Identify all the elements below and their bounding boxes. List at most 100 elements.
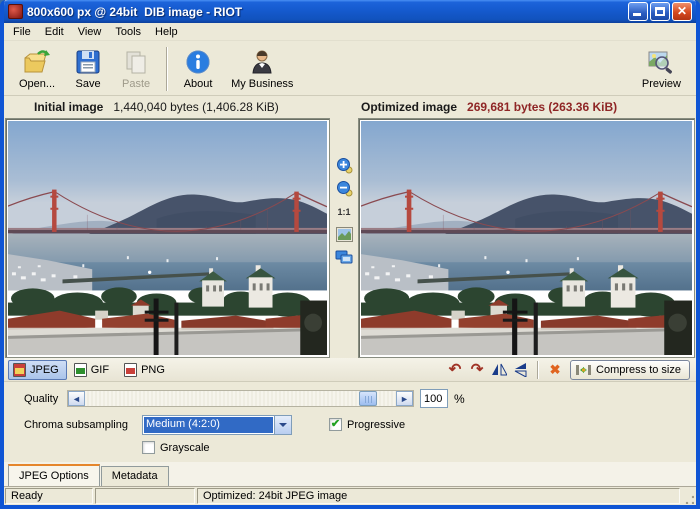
about-label: About bbox=[184, 78, 213, 90]
paste-label: Paste bbox=[122, 78, 150, 90]
menu-edit[interactable]: Edit bbox=[38, 24, 71, 40]
person-icon bbox=[247, 48, 277, 76]
progressive-label: Progressive bbox=[347, 419, 405, 431]
about-button[interactable]: About bbox=[174, 44, 222, 94]
chroma-selected-value: Medium (4:2:0) bbox=[144, 417, 273, 433]
tab-gif[interactable]: GIF bbox=[69, 360, 117, 380]
slider-thumb[interactable] bbox=[359, 391, 377, 406]
golden-gate-photo bbox=[8, 121, 327, 355]
combo-dropdown-button[interactable] bbox=[274, 416, 291, 434]
menu-view[interactable]: View bbox=[71, 24, 109, 40]
one-to-one-label: 1:1 bbox=[337, 207, 350, 217]
chroma-subsampling-select[interactable]: Medium (4:2:0) bbox=[142, 415, 292, 435]
flip-vertical-icon bbox=[514, 363, 528, 377]
save-floppy-icon bbox=[73, 48, 103, 76]
menu-tools[interactable]: Tools bbox=[108, 24, 148, 40]
open-folder-icon bbox=[22, 48, 52, 76]
compress-to-size-label: Compress to size bbox=[596, 364, 681, 376]
open-button[interactable]: Open... bbox=[10, 44, 64, 94]
info-icon bbox=[183, 48, 213, 76]
actual-size-button[interactable]: 1:1 bbox=[334, 202, 354, 221]
tab-png[interactable]: PNG bbox=[119, 360, 173, 380]
jpeg-options-panel: Quality ◄ ► % Chroma subsampling Medium … bbox=[4, 382, 696, 462]
status-message: Optimized: 24bit JPEG image bbox=[197, 488, 680, 504]
slider-left-arrow[interactable]: ◄ bbox=[68, 391, 85, 406]
check-icon: ✔ bbox=[331, 419, 340, 430]
dual-monitor-icon bbox=[335, 250, 353, 266]
title-bar: 800x600 px @ 24bit DIB image - RIOT ✕ bbox=[4, 0, 696, 23]
zoom-out-icon bbox=[336, 180, 353, 197]
zoom-out-button[interactable] bbox=[334, 179, 354, 198]
slider-track[interactable] bbox=[85, 391, 396, 406]
rotate-right-icon: ↷ bbox=[471, 362, 484, 377]
status-empty-panel bbox=[95, 488, 195, 504]
tab-jpeg-label: JPEG bbox=[30, 364, 59, 376]
open-label: Open... bbox=[19, 78, 55, 90]
optimized-image-size: 269,681 bytes (263.36 KiB) bbox=[467, 100, 617, 114]
status-bar: Ready Optimized: 24bit JPEG image bbox=[4, 487, 696, 505]
png-file-icon bbox=[124, 363, 137, 377]
slider-right-arrow[interactable]: ► bbox=[396, 391, 413, 406]
preview-button[interactable]: Preview bbox=[633, 44, 690, 94]
flip-vertical-button[interactable] bbox=[510, 360, 532, 380]
menu-file[interactable]: File bbox=[6, 24, 38, 40]
quality-input[interactable] bbox=[420, 389, 448, 408]
compress-to-size-button[interactable]: Compress to size bbox=[570, 360, 690, 380]
tab-jpeg-options[interactable]: JPEG Options bbox=[8, 464, 100, 486]
rotate-left-icon: ↶ bbox=[449, 362, 462, 377]
grayscale-label: Grayscale bbox=[160, 442, 210, 454]
rotate-right-button[interactable]: ↷ bbox=[466, 360, 488, 380]
crop-button[interactable]: ✖ bbox=[544, 360, 566, 380]
flip-horizontal-icon bbox=[492, 363, 507, 376]
save-button[interactable]: Save bbox=[64, 44, 112, 94]
progressive-checkbox-box[interactable]: ✔ bbox=[329, 418, 342, 431]
percent-label: % bbox=[454, 392, 465, 406]
flip-horizontal-button[interactable] bbox=[488, 360, 510, 380]
quality-label: Quality bbox=[24, 393, 58, 405]
status-ready: Ready bbox=[5, 488, 93, 504]
quality-slider[interactable]: ◄ ► bbox=[67, 390, 414, 407]
compress-icon bbox=[576, 363, 591, 377]
gif-file-icon bbox=[74, 363, 87, 377]
my-business-label: My Business bbox=[231, 78, 293, 90]
jpeg-file-icon bbox=[13, 363, 26, 377]
golden-gate-photo-optimized bbox=[361, 121, 692, 355]
tab-jpeg[interactable]: JPEG bbox=[8, 360, 67, 380]
save-label: Save bbox=[76, 78, 101, 90]
tab-png-label: PNG bbox=[141, 364, 165, 376]
preview-magnifier-icon bbox=[646, 48, 676, 76]
minimize-button[interactable] bbox=[628, 2, 648, 21]
image-compare-area: 1:1 bbox=[4, 118, 696, 358]
zoom-in-button[interactable] bbox=[334, 156, 354, 175]
paste-icon bbox=[121, 48, 151, 76]
maximize-button[interactable] bbox=[650, 2, 670, 21]
initial-image-size: 1,440,040 bytes (1,406.28 KiB) bbox=[113, 100, 278, 114]
tab-metadata[interactable]: Metadata bbox=[101, 466, 169, 486]
menu-help[interactable]: Help bbox=[148, 24, 185, 40]
dual-view-button[interactable] bbox=[334, 248, 354, 267]
main-toolbar: Open... Save Pas bbox=[4, 41, 696, 96]
format-tab-strip: JPEG GIF PNG ↶ ↷ ✖ bbox=[4, 358, 696, 382]
close-button[interactable]: ✕ bbox=[672, 2, 692, 21]
resize-grip[interactable] bbox=[682, 488, 694, 504]
window-title: 800x600 px @ 24bit DIB image - RIOT bbox=[27, 5, 628, 19]
toolbar-separator bbox=[166, 47, 168, 91]
paste-button[interactable]: Paste bbox=[112, 44, 160, 94]
riot-window: 800x600 px @ 24bit DIB image - RIOT ✕ Fi… bbox=[0, 0, 700, 509]
rotate-left-button[interactable]: ↶ bbox=[444, 360, 466, 380]
progressive-checkbox[interactable]: ✔ Progressive bbox=[329, 418, 405, 431]
chroma-subsampling-label: Chroma subsampling bbox=[24, 419, 128, 431]
compare-labels: Initial image 1,440,040 bytes (1,406.28 … bbox=[4, 96, 696, 118]
options-tab-bar: JPEG Options Metadata bbox=[4, 462, 696, 487]
grayscale-checkbox[interactable]: Grayscale bbox=[142, 441, 210, 454]
optimized-image-canvas[interactable] bbox=[358, 118, 695, 358]
crop-icon: ✖ bbox=[550, 362, 561, 378]
initial-image-label: Initial image bbox=[34, 100, 103, 114]
preview-label: Preview bbox=[642, 78, 681, 90]
fit-image-button[interactable] bbox=[334, 225, 354, 244]
view-toolbar: 1:1 bbox=[330, 118, 358, 358]
grayscale-checkbox-box[interactable] bbox=[142, 441, 155, 454]
my-business-button[interactable]: My Business bbox=[222, 44, 302, 94]
initial-image-canvas[interactable] bbox=[5, 118, 330, 358]
app-icon bbox=[8, 4, 23, 19]
